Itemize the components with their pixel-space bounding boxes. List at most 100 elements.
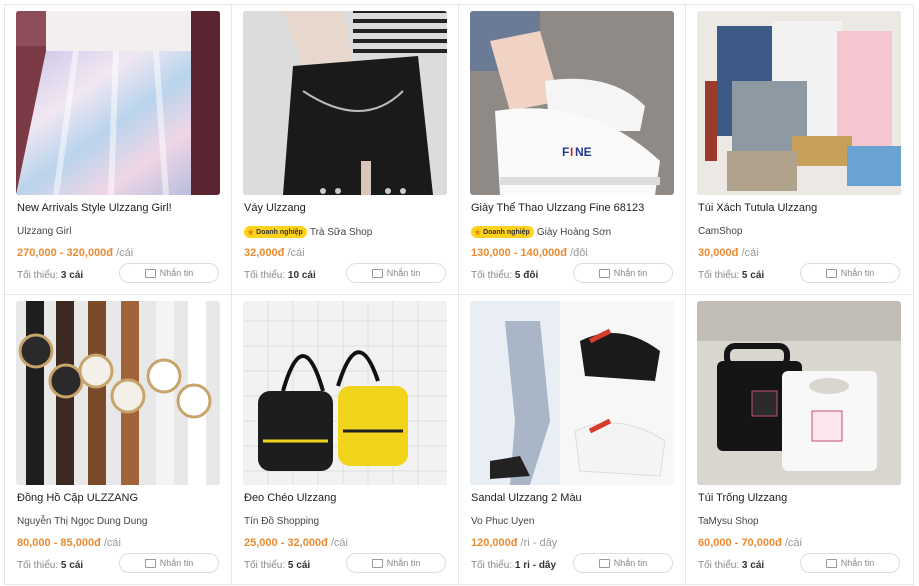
- product-title[interactable]: Túi Xách Tutula Ulzzang: [698, 202, 905, 214]
- product-title[interactable]: Sandal Ulzzang 2 Màu: [471, 492, 677, 504]
- product-card[interactable]: Túi Trống Ulzzang TaMysu Shop 60,000 - 7…: [686, 295, 914, 585]
- minimum-order: Tối thiểu: 5 cái: [244, 560, 310, 571]
- shop-name[interactable]: Vo Phuc Uyen: [471, 516, 677, 527]
- product-card[interactable]: New Arrivals Style Ulzzang Girl! Ulzzang…: [5, 5, 232, 295]
- chat-icon: [144, 268, 156, 278]
- message-button[interactable]: Nhắn tin: [346, 553, 446, 573]
- chat-icon: [825, 268, 837, 278]
- chat-icon: [144, 558, 156, 568]
- message-button[interactable]: Nhắn tin: [346, 263, 446, 283]
- price-unit: /cái: [784, 537, 802, 549]
- product-price: 120,000đ /ri - dây: [471, 537, 557, 549]
- product-card[interactable]: Sandal Ulzzang 2 Màu Vo Phuc Uyen 120,00…: [459, 295, 686, 585]
- message-button[interactable]: Nhắn tin: [119, 263, 219, 283]
- shop-name[interactable]: TaMysu Shop: [698, 516, 905, 527]
- price-value: 120,000đ: [471, 537, 518, 549]
- shop-name[interactable]: ★ Doanh nghiệp Giày Hoàng Sơn: [471, 226, 677, 238]
- shop-name[interactable]: Nguyễn Thị Ngọc Dung Dung: [17, 516, 223, 527]
- message-button[interactable]: Nhắn tin: [800, 553, 900, 573]
- shop-name-text[interactable]: Nguyễn Thị Ngọc Dung Dung: [17, 516, 147, 527]
- product-price: 60,000 - 70,000đ /cái: [698, 537, 802, 549]
- product-image[interactable]: [16, 301, 220, 485]
- product-image[interactable]: [243, 11, 447, 195]
- product-card[interactable]: Váy Ulzzang ★ Doanh nghiệp Trà Sữa Shop 3…: [232, 5, 459, 295]
- product-image[interactable]: [243, 301, 447, 485]
- message-button-label: Nhắn tin: [613, 558, 648, 568]
- product-title[interactable]: Đồng Hồ Cặp ULZZANG: [17, 492, 223, 504]
- minimum-label: Tối thiểu:: [244, 560, 286, 571]
- minimum-order: Tối thiểu: 3 cái: [17, 270, 83, 281]
- product-card[interactable]: Túi Xách Tutula Ulzzang CamShop 30,000đ …: [686, 5, 914, 295]
- product-image[interactable]: F I NE: [470, 11, 674, 195]
- message-button[interactable]: Nhắn tin: [573, 553, 673, 573]
- product-image[interactable]: [16, 11, 220, 195]
- minimum-order: Tối thiểu: 3 cái: [698, 560, 764, 571]
- product-grid: New Arrivals Style Ulzzang Girl! Ulzzang…: [4, 4, 914, 585]
- svg-text:NE: NE: [575, 145, 592, 159]
- price-value: 60,000 - 70,000đ: [698, 537, 782, 549]
- price-value: 80,000 - 85,000đ: [17, 537, 101, 549]
- product-price: 30,000đ /cái: [698, 247, 759, 259]
- shop-name[interactable]: Ulzzang Girl: [17, 226, 223, 237]
- minimum-label: Tối thiểu:: [17, 270, 59, 281]
- product-image[interactable]: [470, 301, 674, 485]
- product-card[interactable]: Đeo Chéo Ulzzang Tín Đồ Shopping 25,000 …: [232, 295, 459, 585]
- minimum-label: Tối thiểu:: [471, 270, 513, 281]
- product-card[interactable]: F I NE Giày Thể Thao Ulzzang Fine 68123 …: [459, 5, 686, 295]
- shop-name[interactable]: Tín Đồ Shopping: [244, 516, 450, 527]
- minimum-label: Tối thiểu:: [698, 560, 740, 571]
- minimum-value: 5 cái: [287, 560, 311, 571]
- minimum-label: Tối thiểu:: [244, 270, 286, 281]
- shop-name-text[interactable]: TaMysu Shop: [698, 516, 759, 527]
- svg-text:F: F: [562, 145, 569, 159]
- minimum-value: 5 đôi: [514, 270, 539, 281]
- minimum-value: 5 cái: [60, 560, 84, 571]
- shop-name[interactable]: CamShop: [698, 226, 905, 237]
- shop-name-text[interactable]: Trà Sữa Shop: [310, 227, 372, 238]
- product-price: 80,000 - 85,000đ /cái: [17, 537, 121, 549]
- minimum-value: 3 cái: [741, 560, 765, 571]
- message-button-label: Nhắn tin: [613, 268, 648, 278]
- product-title[interactable]: Giày Thể Thao Ulzzang Fine 68123: [471, 202, 677, 214]
- product-title[interactable]: Túi Trống Ulzzang: [698, 492, 905, 504]
- product-title[interactable]: Đeo Chéo Ulzzang: [244, 492, 450, 504]
- chat-icon: [825, 558, 837, 568]
- minimum-value: 1 ri - dây: [514, 560, 557, 571]
- minimum-order: Tối thiểu: 1 ri - dây: [471, 560, 556, 571]
- minimum-value: 10 cái: [287, 270, 316, 281]
- price-unit: /cái: [330, 537, 348, 549]
- chat-icon: [371, 558, 383, 568]
- product-title[interactable]: Váy Ulzzang: [244, 202, 450, 214]
- minimum-order: Tối thiểu: 10 cái: [244, 270, 316, 281]
- shop-name-text[interactable]: CamShop: [698, 226, 742, 237]
- price-value: 270,000 - 320,000đ: [17, 247, 114, 259]
- product-title[interactable]: New Arrivals Style Ulzzang Girl!: [17, 202, 223, 214]
- price-value: 25,000 - 32,000đ: [244, 537, 328, 549]
- shop-name-text[interactable]: Vo Phuc Uyen: [471, 516, 534, 527]
- business-badge: ★ Doanh nghiệp: [244, 226, 307, 238]
- product-price: 270,000 - 320,000đ /cái: [17, 247, 133, 259]
- price-unit: /đôi: [570, 247, 588, 259]
- product-price: 130,000 - 140,000đ /đôi: [471, 247, 588, 259]
- price-unit: /cái: [103, 537, 121, 549]
- message-button[interactable]: Nhắn tin: [573, 263, 673, 283]
- product-image[interactable]: [697, 11, 901, 195]
- minimum-order: Tối thiểu: 5 cái: [17, 560, 83, 571]
- shop-name-text[interactable]: Giày Hoàng Sơn: [537, 227, 611, 238]
- product-card[interactable]: Đồng Hồ Cặp ULZZANG Nguyễn Thị Ngọc Dung…: [5, 295, 232, 585]
- product-image[interactable]: [697, 301, 901, 485]
- price-unit: /cái: [741, 247, 759, 259]
- business-badge-label: Doanh nghiệp: [483, 228, 530, 236]
- shop-name-text[interactable]: Ulzzang Girl: [17, 226, 71, 237]
- product-price: 25,000 - 32,000đ /cái: [244, 537, 348, 549]
- message-button-label: Nhắn tin: [840, 268, 875, 278]
- shop-name[interactable]: ★ Doanh nghiệp Trà Sữa Shop: [244, 226, 450, 238]
- minimum-label: Tối thiểu:: [698, 270, 740, 281]
- product-price: 32,000đ /cái: [244, 247, 305, 259]
- shop-name-text[interactable]: Tín Đồ Shopping: [244, 516, 319, 527]
- message-button-label: Nhắn tin: [386, 268, 421, 278]
- message-button[interactable]: Nhắn tin: [119, 553, 219, 573]
- chat-icon: [598, 268, 610, 278]
- message-button[interactable]: Nhắn tin: [800, 263, 900, 283]
- message-button-label: Nhắn tin: [159, 268, 194, 278]
